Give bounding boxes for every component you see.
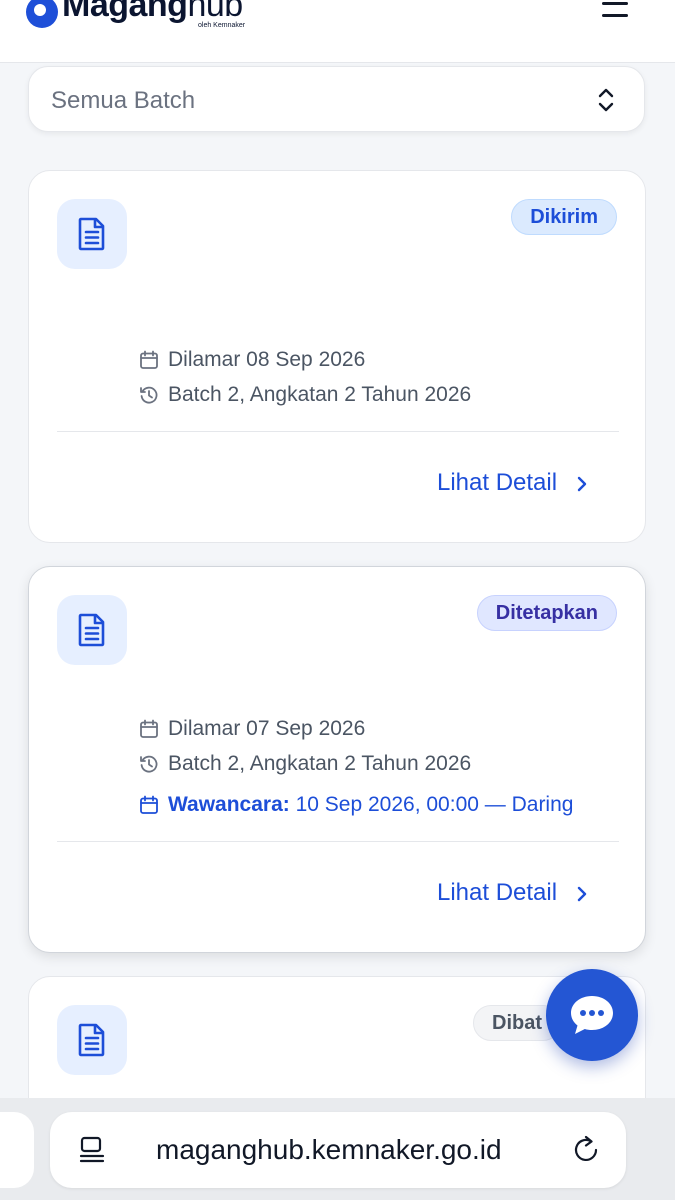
card-divider <box>57 431 619 432</box>
url-text: maganghub.kemnaker.go.id <box>156 1134 502 1165</box>
application-card: Ditetapkan Dilamar 07 Sep 2026 Batch 2, … <box>28 566 646 953</box>
chat-bubble-icon <box>571 996 613 1034</box>
chevron-right-icon <box>577 476 587 492</box>
status-badge: Ditetapkan <box>476 595 617 631</box>
interview-label: Wawancara: <box>168 793 290 816</box>
logo-subtitle: oleh Kemnaker <box>198 22 246 29</box>
application-card: Dikirim Dilamar 08 Sep 2026 Batch 2, Ang… <box>28 170 646 543</box>
logo-mark-icon <box>26 0 58 28</box>
document-icon <box>78 217 105 251</box>
chevron-right-icon <box>577 886 587 902</box>
chat-button[interactable] <box>546 969 638 1061</box>
interview-value: 10 Sep 2026, 00:00 — Daring <box>289 793 574 816</box>
chevron-up-down-icon <box>598 88 614 112</box>
view-detail-link[interactable]: Lihat Detail <box>437 879 587 907</box>
app-header: Maganghub oleh Kemnaker <box>0 0 675 63</box>
document-icon <box>78 1023 105 1057</box>
batch-filter-select[interactable]: Semua Batch <box>28 66 645 132</box>
document-icon-tile <box>57 595 127 665</box>
card-divider <box>57 841 619 842</box>
address-bar[interactable]: maganghub.kemnaker.go.id <box>50 1112 626 1188</box>
view-detail-link[interactable]: Lihat Detail <box>437 469 587 497</box>
browser-toolbar: maganghub.kemnaker.go.id <box>0 1098 675 1200</box>
document-icon-tile <box>57 1005 127 1075</box>
history-icon <box>140 755 158 773</box>
hamburger-menu-button[interactable] <box>600 0 630 22</box>
batch-filter-value: Semua Batch <box>51 87 196 114</box>
previous-tab-preview[interactable] <box>0 1112 34 1188</box>
status-badge: Dikirim <box>511 199 617 235</box>
tabs-icon[interactable] <box>78 1136 106 1166</box>
reload-icon[interactable] <box>572 1134 602 1166</box>
document-icon <box>78 613 105 647</box>
document-icon-tile <box>57 199 127 269</box>
hamburger-icon <box>602 2 628 5</box>
calendar-icon <box>140 350 158 369</box>
history-icon <box>140 386 158 404</box>
calendar-icon <box>140 795 158 814</box>
calendar-icon <box>140 719 158 738</box>
